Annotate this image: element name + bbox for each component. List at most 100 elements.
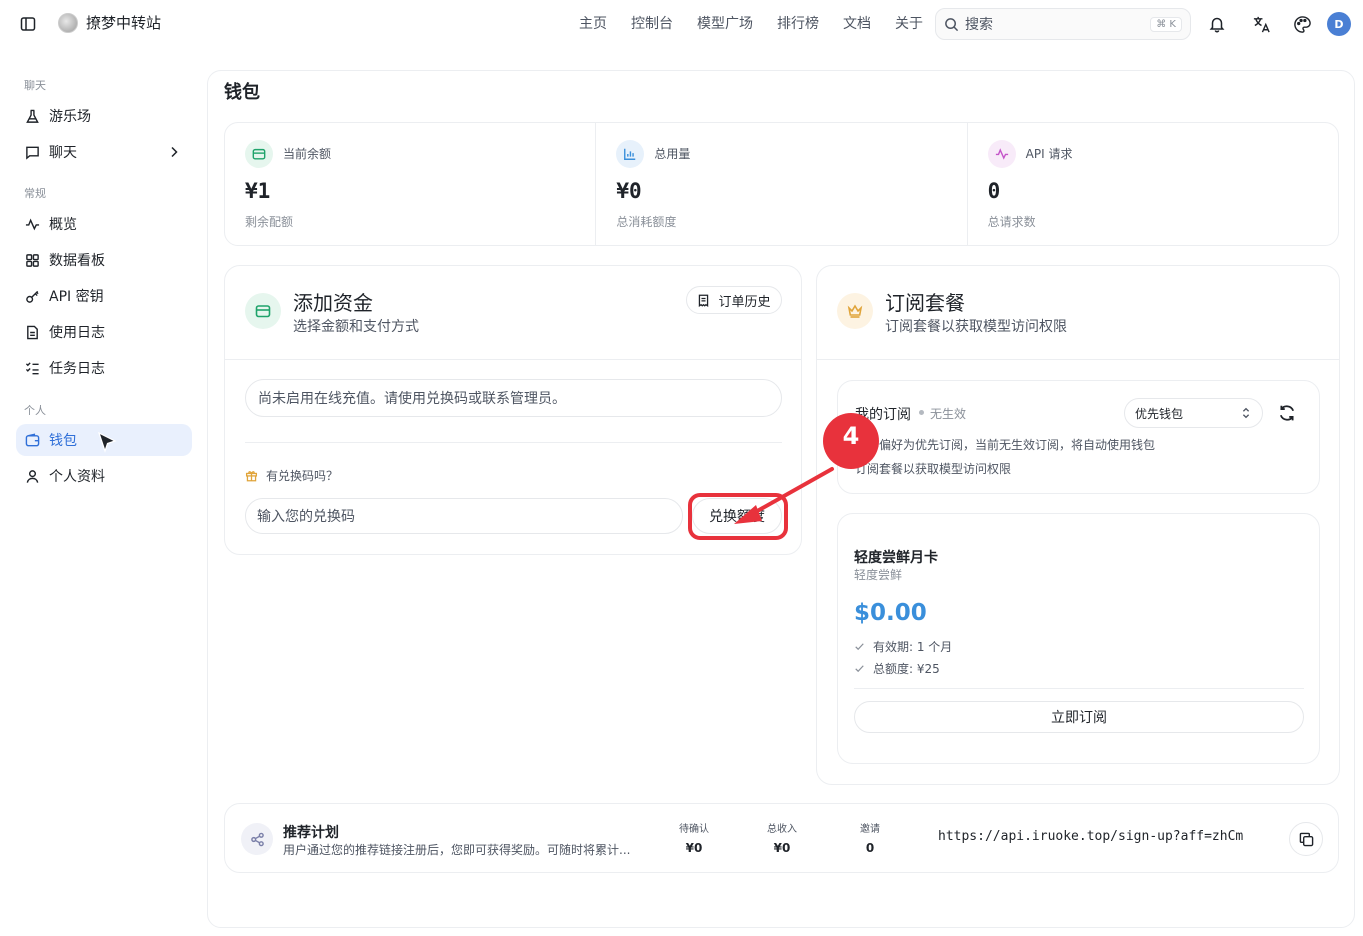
refresh-icon[interactable] — [1278, 404, 1296, 422]
plan-subtitle: 轻度尝鲜 — [854, 568, 903, 582]
stat-value: ¥0 — [616, 179, 642, 203]
sidebar-item-api-keys[interactable]: API 密钥 — [16, 280, 192, 312]
subscription-title: 订阅套餐 — [885, 291, 965, 315]
nav-model-square[interactable]: 模型广场 — [697, 13, 753, 33]
grid-icon — [24, 252, 40, 268]
stat-label: API 请求 — [1025, 147, 1073, 161]
user-icon — [24, 468, 40, 484]
translate-icon[interactable] — [1251, 14, 1271, 34]
nav-docs[interactable]: 文档 — [843, 13, 871, 33]
referral-stat-label: 总收入 — [767, 824, 797, 835]
bell-icon[interactable] — [1207, 14, 1227, 34]
referral-stat-value: 0 — [865, 841, 875, 855]
avatar[interactable]: D — [1327, 12, 1351, 36]
referral-title: 推荐计划 — [283, 825, 339, 841]
stat-value: ¥1 — [245, 179, 271, 203]
stat-sub: 剩余配额 — [245, 215, 294, 229]
stat-label: 当前余额 — [283, 147, 332, 161]
stats-row: 当前余额 ¥1 剩余配额 总用量 ¥0 总消耗额度 API 请求 0 总请求数 — [224, 122, 1339, 246]
brand-name: 撩梦中转站 — [86, 14, 162, 32]
referral-stat-label: 邀请 — [860, 824, 880, 835]
sidebar: 聊天 游乐场 聊天 常规 概览 数据看板 API 密钥 使用日志 任务日志 个人… — [0, 48, 207, 936]
plan-feature: 有效期: 1 个月 — [854, 638, 952, 655]
order-history-button[interactable]: 订单历史 — [686, 286, 782, 314]
sidebar-item-chat[interactable]: 聊天 — [16, 136, 192, 168]
nav-console[interactable]: 控制台 — [631, 13, 673, 33]
subscription-subtitle: 订阅套餐以获取模型访问权限 — [885, 319, 1067, 335]
search-input[interactable]: 搜索 ⌘ K — [935, 8, 1191, 40]
plan-feature: 总额度: ¥25 — [854, 660, 940, 677]
redeem-code-input[interactable]: 输入您的兑换码 — [245, 498, 683, 534]
sidebar-item-usage-logs[interactable]: 使用日志 — [16, 316, 192, 348]
file-text-icon — [24, 324, 40, 340]
sidebar-item-profile[interactable]: 个人资料 — [16, 460, 192, 492]
activity-icon — [987, 140, 1016, 168]
subscription-desc-line2: 订阅套餐以获取模型访问权限 — [855, 462, 1012, 476]
sidebar-item-overview[interactable]: 概览 — [16, 208, 192, 240]
recharge-notice: 尚未启用在线充值。请使用兑换码或联系管理员。 — [245, 379, 782, 417]
my-subscription-panel: 我的订阅 无生效 优先钱包 保存偏好为优先订阅，当前无生效订阅，将自动使用钱包 … — [837, 380, 1320, 494]
sidebar-section-chat: 聊天 — [24, 79, 46, 92]
gift-icon — [245, 471, 258, 482]
referral-stat-value: ¥0 — [685, 841, 703, 855]
stat-value: 0 — [987, 179, 1001, 203]
redeem-question-text: 有兑换码吗？ — [266, 469, 339, 483]
referral-url[interactable]: https://api.iruoke.top/sign-up?aff=zhCm — [938, 829, 1243, 844]
nav-leaderboard[interactable]: 排行榜 — [777, 13, 819, 33]
stat-sub: 总请求数 — [987, 215, 1036, 229]
search-shortcut: ⌘ K — [1150, 16, 1182, 32]
brand[interactable]: 撩梦中转站 — [58, 12, 161, 33]
sidebar-item-label: 钱包 — [49, 433, 77, 449]
copy-button[interactable] — [1289, 822, 1323, 856]
chevron-right-icon — [171, 146, 178, 158]
add-funds-title: 添加资金 — [293, 291, 373, 315]
referral-stat-label: 待确认 — [679, 824, 709, 835]
sidebar-item-label: 数据看板 — [49, 253, 105, 269]
sidebar-item-label: 游乐场 — [49, 109, 91, 125]
stat-label: 总用量 — [654, 147, 691, 161]
wallet-icon — [24, 432, 40, 448]
divider — [225, 359, 801, 360]
sidebar-section-personal: 个人 — [24, 404, 46, 417]
sidebar-item-label: API 密钥 — [49, 289, 104, 305]
check-icon — [855, 643, 864, 651]
wallet-icon — [245, 293, 281, 329]
nav-about[interactable]: 关于 — [895, 13, 923, 33]
divider — [245, 442, 782, 443]
palette-icon[interactable] — [1292, 14, 1312, 34]
sidebar-toggle-icon[interactable] — [18, 14, 38, 34]
sidebar-item-label: 使用日志 — [49, 325, 105, 341]
check-icon — [855, 665, 864, 673]
divider — [854, 688, 1304, 689]
search-placeholder: 搜索 — [965, 17, 993, 33]
sidebar-item-label: 聊天 — [49, 145, 77, 161]
sidebar-item-label: 个人资料 — [49, 469, 105, 485]
activity-icon — [24, 216, 40, 232]
stat-usage: 总用量 ¥0 总消耗额度 — [596, 123, 968, 245]
list-check-icon — [24, 360, 40, 376]
subscribe-now-button[interactable]: 立即订阅 — [854, 701, 1304, 733]
top-header: 撩梦中转站 主页 控制台 模型广场 排行榜 文档 关于 搜索 ⌘ K D — [0, 0, 1363, 48]
sidebar-section-general: 常规 — [24, 187, 46, 200]
plan-feature-text: 有效期: 1 个月 — [873, 640, 953, 654]
brand-logo-icon — [58, 12, 78, 33]
wallet-icon — [245, 140, 273, 168]
subscription-desc-line1: 保存偏好为优先订阅，当前无生效订阅，将自动使用钱包 — [855, 438, 1156, 452]
bar-chart-icon — [616, 140, 645, 168]
sidebar-item-label: 概览 — [49, 217, 77, 233]
sidebar-item-task-logs[interactable]: 任务日志 — [16, 352, 192, 384]
plan-price: $0.00 — [854, 600, 927, 626]
referral-desc: 用户通过您的推荐链接注册后，您即可获得奖励。可随时将累计... — [283, 843, 631, 857]
top-nav: 主页 控制台 模型广场 排行榜 文档 关于 — [579, 13, 923, 33]
annotation-step-number: 4 — [823, 413, 879, 469]
message-icon — [24, 144, 40, 160]
sidebar-item-dashboard[interactable]: 数据看板 — [16, 244, 192, 276]
key-icon — [24, 288, 40, 304]
billing-preference-select[interactable]: 优先钱包 — [1124, 398, 1263, 428]
mouse-cursor-icon — [97, 431, 117, 453]
add-funds-subtitle: 选择金额和支付方式 — [293, 319, 419, 335]
sidebar-item-playground[interactable]: 游乐场 — [16, 100, 192, 132]
subscription-status: 无生效 — [930, 407, 967, 421]
nav-home[interactable]: 主页 — [579, 13, 607, 33]
billing-preference-value: 优先钱包 — [1135, 406, 1184, 421]
